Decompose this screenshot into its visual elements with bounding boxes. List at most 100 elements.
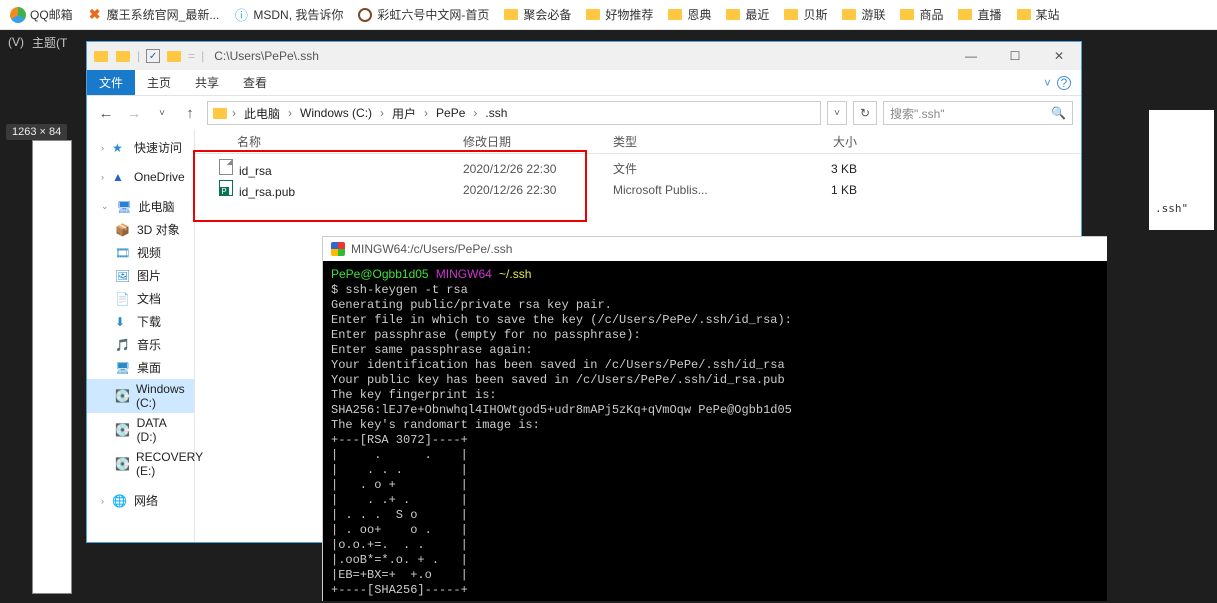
site-icon bbox=[357, 7, 373, 23]
address-bar[interactable]: › 此电脑›Windows (C:)›用户›PePe›.ssh bbox=[207, 101, 821, 125]
folder-icon: 🖥 bbox=[115, 361, 131, 375]
minimize-button[interactable]: — bbox=[949, 42, 993, 70]
folder-icon bbox=[667, 7, 683, 23]
bookmark-label: 直播 bbox=[977, 6, 1001, 23]
bookmark-item[interactable]: 某站 bbox=[1016, 6, 1060, 23]
column-headers[interactable]: 名称 修改日期 类型 大小 bbox=[195, 130, 1081, 154]
help-button[interactable]: ˅ ? bbox=[1034, 70, 1081, 95]
bg-menu-fragment: (V)主题(T bbox=[0, 30, 75, 54]
breadcrumb-segment[interactable]: 用户 bbox=[388, 103, 420, 124]
search-input[interactable]: 搜索".ssh" 🔍 bbox=[883, 101, 1073, 125]
chevron-right-icon: › bbox=[378, 106, 386, 120]
file-type: 文件 bbox=[605, 160, 765, 177]
nav-folder[interactable]: 📄文档 bbox=[87, 287, 194, 310]
bookmark-item[interactable]: 商品 bbox=[899, 6, 943, 23]
refresh-button[interactable]: ↻ bbox=[853, 101, 877, 125]
nav-drive[interactable]: 💽Windows (C:) bbox=[87, 379, 194, 413]
nav-quick-access[interactable]: ›★快速访问 bbox=[87, 136, 194, 159]
divider: | bbox=[201, 49, 204, 63]
bookmark-label: 游联 bbox=[861, 6, 885, 23]
site-icon: ✖ bbox=[87, 7, 103, 23]
file-name: id_rsa.pub bbox=[239, 185, 295, 199]
folder-icon: 🖼 bbox=[115, 269, 131, 283]
bookmark-item[interactable]: 直播 bbox=[957, 6, 1001, 23]
tab-file[interactable]: 文件 bbox=[87, 70, 135, 95]
bookmark-label: 恩典 bbox=[687, 6, 711, 23]
col-name: 名称 bbox=[195, 133, 455, 150]
qq-icon bbox=[10, 7, 26, 23]
mingw-icon bbox=[331, 242, 345, 256]
nav-this-pc[interactable]: ⌄🖥此电脑 bbox=[87, 195, 194, 218]
folder-icon bbox=[212, 105, 228, 121]
folder-icon bbox=[783, 7, 799, 23]
folder-icon bbox=[115, 48, 131, 64]
chevron-right-icon: › bbox=[286, 106, 294, 120]
bookmark-label: 贝斯 bbox=[803, 6, 827, 23]
bookmark-item[interactable]: 恩典 bbox=[667, 6, 711, 23]
recent-dropdown[interactable]: ˅ bbox=[151, 102, 173, 124]
address-history-dropdown[interactable]: ˅ bbox=[827, 101, 847, 125]
folder-icon: 🎞 bbox=[115, 246, 131, 260]
forward-button[interactable]: → bbox=[123, 102, 145, 124]
tab-share[interactable]: 共享 bbox=[183, 70, 231, 95]
nav-onedrive[interactable]: ›▲OneDrive bbox=[87, 167, 194, 187]
back-button[interactable]: ← bbox=[95, 102, 117, 124]
title-path: C:\Users\PePe\.ssh bbox=[214, 49, 319, 63]
col-date: 修改日期 bbox=[455, 133, 605, 150]
nav-folder[interactable]: 🎵音乐 bbox=[87, 333, 194, 356]
bookmark-label: 彩虹六号中文网-首页 bbox=[377, 6, 489, 23]
nav-pane: ›★快速访问 ›▲OneDrive ⌄🖥此电脑 📦3D 对象🎞视频🖼图片📄文档⬇… bbox=[87, 130, 195, 542]
bookmark-label: 聚会必备 bbox=[523, 6, 571, 23]
bookmark-item[interactable]: 游联 bbox=[841, 6, 885, 23]
breadcrumb-segment[interactable]: PePe bbox=[432, 104, 469, 122]
bookmark-label: QQ邮箱 bbox=[30, 6, 73, 23]
tab-home[interactable]: 主页 bbox=[135, 70, 183, 95]
nav-network[interactable]: ›🌐网络 bbox=[87, 489, 194, 512]
folder-icon bbox=[841, 7, 857, 23]
breadcrumb-segment[interactable]: 此电脑 bbox=[240, 103, 284, 124]
maximize-button[interactable]: ☐ bbox=[993, 42, 1037, 70]
col-type: 类型 bbox=[605, 133, 765, 150]
up-button[interactable]: ↑ bbox=[179, 102, 201, 124]
terminal-window: MINGW64:/c/Users/PePe/.ssh PePe@Ogbb1d05… bbox=[322, 236, 1107, 601]
file-date: 2020/12/26 22:30 bbox=[455, 183, 605, 197]
file-row[interactable]: id_rsa2020/12/26 22:30文件3 KB bbox=[195, 158, 1081, 179]
tab-view[interactable]: 查看 bbox=[231, 70, 279, 95]
file-row[interactable]: id_rsa.pub 2020/12/26 22:30Microsoft Publ… bbox=[195, 179, 1081, 200]
nav-folder[interactable]: ⬇下载 bbox=[87, 310, 194, 333]
nav-row: ← → ˅ ↑ › 此电脑›Windows (C:)›用户›PePe›.ssh … bbox=[87, 96, 1081, 130]
nav-folder[interactable]: 🎞视频 bbox=[87, 241, 194, 264]
bookmark-item[interactable]: 聚会必备 bbox=[503, 6, 571, 23]
folder-icon bbox=[585, 7, 601, 23]
bookmark-label: 商品 bbox=[919, 6, 943, 23]
nav-folder[interactable]: 🖥桌面 bbox=[87, 356, 194, 379]
folder-icon: ⬇ bbox=[115, 315, 131, 329]
bookmarks-bar: QQ邮箱 ✖魔王系统官网_最新... ⓘMSDN, 我告诉你 彩虹六号中文网-首页 聚会… bbox=[0, 0, 1217, 30]
bookmark-item[interactable]: ⓘMSDN, 我告诉你 bbox=[233, 6, 343, 23]
disk-icon: 💽 bbox=[115, 423, 131, 437]
nav-folder[interactable]: 📦3D 对象 bbox=[87, 218, 194, 241]
bookmark-item[interactable]: 好物推荐 bbox=[585, 6, 653, 23]
nav-drive[interactable]: 💽RECOVERY (E:) bbox=[87, 447, 194, 481]
nav-drive[interactable]: 💽DATA (D:) bbox=[87, 413, 194, 447]
file-type: Microsoft Publis... bbox=[605, 183, 765, 197]
folder-icon bbox=[166, 48, 182, 64]
close-button[interactable]: ✕ bbox=[1037, 42, 1081, 70]
folder-icon bbox=[957, 7, 973, 23]
folder-icon bbox=[503, 7, 519, 23]
bookmark-item[interactable]: 最近 bbox=[725, 6, 769, 23]
bookmark-item[interactable]: 彩虹六号中文网-首页 bbox=[357, 6, 489, 23]
bookmark-item[interactable]: ✖魔王系统官网_最新... bbox=[87, 6, 220, 23]
bookmark-item[interactable]: QQ邮箱 bbox=[10, 6, 73, 23]
bookmark-label: 魔王系统官网_最新... bbox=[107, 6, 220, 23]
explorer-titlebar[interactable]: | = | C:\Users\PePe\.ssh — ☐ ✕ bbox=[87, 42, 1081, 70]
terminal-titlebar[interactable]: MINGW64:/c/Users/PePe/.ssh bbox=[323, 237, 1107, 261]
checkbox-checked-icon[interactable] bbox=[146, 49, 160, 63]
bookmark-item[interactable]: 贝斯 bbox=[783, 6, 827, 23]
divider: | bbox=[137, 49, 140, 63]
disk-icon: 💽 bbox=[115, 389, 130, 403]
nav-folder[interactable]: 🖼图片 bbox=[87, 264, 194, 287]
breadcrumb-segment[interactable]: .ssh bbox=[481, 104, 511, 122]
breadcrumb-segment[interactable]: Windows (C:) bbox=[296, 104, 376, 122]
terminal-body[interactable]: PePe@Ogbb1d05 MINGW64 ~/.ssh $ ssh-keyge… bbox=[323, 261, 1107, 601]
